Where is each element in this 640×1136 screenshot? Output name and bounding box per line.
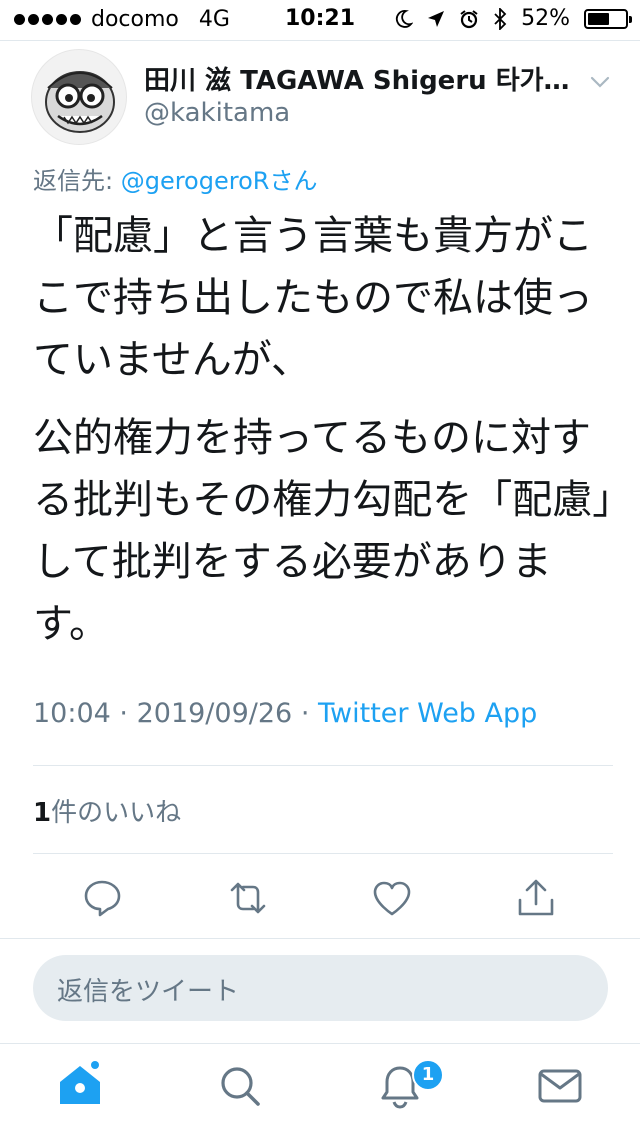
location-arrow-icon <box>428 10 445 27</box>
share-icon[interactable] <box>514 876 558 920</box>
reply-input[interactable]: 返信をツイート <box>33 955 608 1021</box>
divider <box>0 1043 640 1044</box>
notifications-badge: 1 <box>412 1059 444 1091</box>
divider <box>33 853 613 854</box>
search-icon[interactable] <box>216 1062 264 1110</box>
alarm-icon <box>460 9 478 28</box>
reply-to-link[interactable]: @gerogeroRさん <box>121 167 318 195</box>
avatar[interactable] <box>31 49 127 145</box>
divider <box>0 40 640 41</box>
likes-summary[interactable]: 1件のいいね <box>33 792 181 829</box>
bluetooth-icon <box>494 7 507 30</box>
meta-separator: · <box>300 698 310 729</box>
chevron-down-icon[interactable] <box>586 68 614 96</box>
messages-envelope-icon[interactable] <box>536 1062 584 1110</box>
tweet-time: 10:04 <box>33 698 111 729</box>
battery-icon <box>584 8 632 29</box>
heart-icon[interactable] <box>370 876 414 920</box>
moon-icon <box>396 9 414 28</box>
reply-icon[interactable] <box>80 876 124 920</box>
status-bar: docomo 4G 10:21 52% <box>0 0 640 40</box>
likes-count: 1 <box>33 798 52 828</box>
tweet-date: 2019/09/26 <box>136 698 293 729</box>
tweet-text: 「配慮」と言う言葉も貴方がここで持ち出したもので私は使っていませんが、 公的権力… <box>33 205 613 671</box>
author-handle[interactable]: @kakitama <box>144 98 290 128</box>
tweet-paragraph: 公的権力を持ってるものに対する批判もその権力勾配を「配慮」して批判をする必要があ… <box>33 415 613 647</box>
divider <box>0 938 640 939</box>
likes-label: 件のいいね <box>51 798 182 828</box>
reply-to-line: 返信先: @gerogeroRさん <box>33 161 317 196</box>
reply-placeholder: 返信をツイート <box>57 977 240 1007</box>
tweet-paragraph: 「配慮」と言う言葉も貴方がここで持ち出したもので私は使っていませんが、 <box>33 213 593 383</box>
battery-percent: 52% <box>521 6 570 31</box>
reply-to-prefix: 返信先: <box>33 167 121 195</box>
author-name[interactable]: 田川 滋 TAGAWA Shigeru 타가… <box>144 60 584 97</box>
retweet-icon[interactable] <box>226 876 270 920</box>
tweet-source-link[interactable]: Twitter Web App <box>318 698 537 729</box>
divider <box>33 765 613 766</box>
tweet-meta: 10:04 · 2019/09/26 · Twitter Web App <box>33 698 537 729</box>
home-icon[interactable] <box>56 1060 104 1108</box>
meta-separator: · <box>119 698 128 729</box>
